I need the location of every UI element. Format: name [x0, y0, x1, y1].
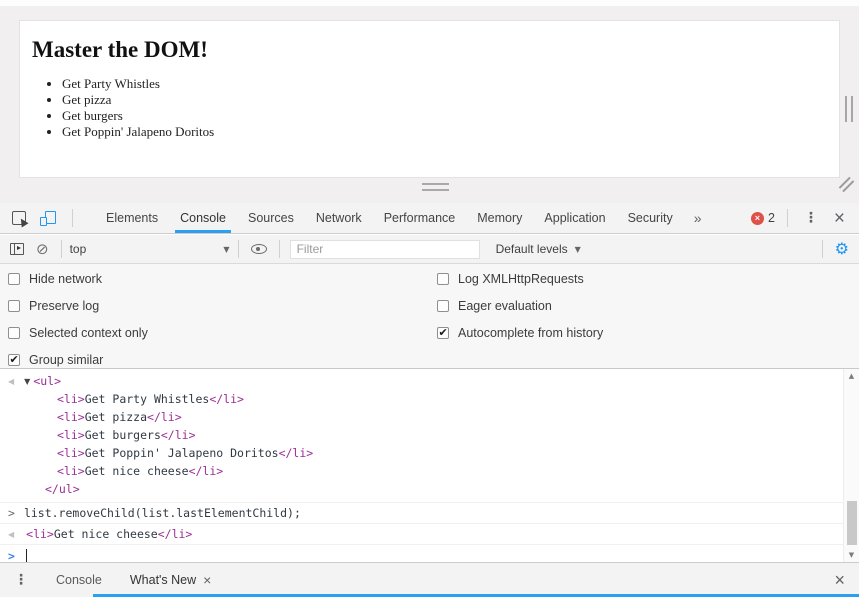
device-toolbar-icon[interactable] — [40, 210, 56, 226]
shopping-list: Get Party Whistles Get pizza Get burgers… — [20, 76, 839, 140]
console-sidebar-icon[interactable] — [10, 243, 24, 255]
text-cursor — [25, 549, 27, 562]
setting-eager-evaluation[interactable]: Eager evaluation — [437, 299, 552, 313]
li-line[interactable]: <li>Get burgers</li> — [0, 426, 859, 444]
console-entry-result[interactable]: ◀ <li>Get nice cheese</li> — [0, 524, 859, 545]
checkbox[interactable] — [437, 326, 449, 339]
page-title: Master the DOM! — [32, 37, 208, 62]
error-icon: × — [750, 211, 764, 225]
divider — [786, 209, 788, 227]
tab-elements[interactable]: Elements — [95, 203, 169, 233]
setting-group-similar[interactable]: Group similar — [8, 353, 103, 367]
tab-security[interactable]: Security — [617, 203, 684, 233]
drawer-tab-whats-new[interactable]: What's New × — [116, 563, 225, 597]
ul-close-line[interactable]: </ul> — [0, 480, 859, 498]
console-entry-command[interactable]: > list.removeChild(list.lastElementChild… — [0, 503, 859, 524]
tab-console[interactable]: Console — [169, 203, 237, 233]
filter-input[interactable] — [289, 239, 480, 259]
ul-open-line[interactable]: ◀ ▼ <ul> — [0, 372, 859, 390]
preview-top-strip — [0, 0, 859, 6]
console-scrollbar[interactable]: ▲ ▼ — [843, 369, 859, 562]
divider — [72, 209, 73, 227]
result-text: Get nice cheese — [53, 527, 158, 541]
error-count: 2 — [767, 211, 775, 225]
divider — [278, 240, 280, 258]
setting-log-xmlhttprequests[interactable]: Log XMLHttpRequests — [437, 272, 584, 286]
clear-console-icon[interactable]: ⊘ — [36, 241, 49, 257]
log-levels-dropdown[interactable]: Default levels ▼ — [496, 242, 581, 256]
devtools-drawer: ⋮ Console What's New × × — [0, 562, 859, 597]
checkbox[interactable] — [437, 300, 449, 312]
setting-hide-network[interactable]: Hide network — [8, 272, 102, 286]
vertical-resize-handle[interactable] — [845, 96, 853, 122]
drawer-tab-console[interactable]: Console — [42, 563, 116, 597]
scroll-down-icon[interactable]: ▼ — [844, 551, 859, 559]
tab-sources[interactable]: Sources — [237, 203, 305, 233]
return-value-icon: ◀ — [8, 529, 15, 539]
checkbox[interactable] — [8, 327, 20, 339]
context-selector[interactable]: top ▼ — [70, 242, 230, 256]
li-line[interactable]: <li>Get Party Whistles</li> — [0, 390, 859, 408]
page-preview-area: Master the DOM! Get Party Whistles Get p… — [0, 0, 859, 203]
console-settings-gear-icon[interactable]: ⚙ — [835, 241, 849, 257]
divider — [821, 240, 823, 258]
tab-performance[interactable]: Performance — [373, 203, 467, 233]
li-line[interactable]: <li>Get Poppin' Jalapeno Doritos</li> — [0, 444, 859, 462]
error-badge[interactable]: × 2 — [750, 211, 775, 225]
tab-memory[interactable]: Memory — [466, 203, 533, 233]
command-echo-icon: > — [8, 506, 15, 520]
devtools-menu-icon[interactable]: ⋮ — [800, 210, 822, 226]
panel-tabs: Elements Console Sources Network Perform… — [95, 203, 712, 233]
corner-resize-handle[interactable] — [838, 176, 855, 193]
list-item: Get burgers — [62, 108, 839, 124]
context-selector-value: top — [69, 242, 87, 256]
tab-application[interactable]: Application — [533, 203, 616, 233]
drawer-close-icon[interactable]: × — [834, 571, 859, 589]
scroll-up-icon[interactable]: ▲ — [844, 372, 859, 380]
divider — [60, 240, 62, 258]
chevron-down-icon: ▼ — [574, 244, 581, 254]
chevron-down-icon: ▼ — [223, 244, 230, 254]
console-output: ◀ ▼ <ul> <li>Get Party Whistles</li> <li>G… — [0, 369, 859, 563]
list-item: Get Party Whistles — [62, 76, 839, 92]
setting-selected-context-only[interactable]: Selected context only — [8, 326, 148, 340]
scrollbar-thumb[interactable] — [847, 501, 857, 545]
return-value-icon: ◀ — [8, 377, 15, 386]
expand-twisty-icon[interactable]: ▼ — [24, 377, 30, 386]
divider — [237, 240, 239, 258]
prompt-chevron-icon: > — [8, 548, 15, 563]
list-item: Get Poppin' Jalapeno Doritos — [62, 124, 839, 140]
checkbox[interactable] — [437, 273, 449, 285]
li-line[interactable]: <li>Get nice cheese</li> — [0, 462, 859, 480]
log-levels-label: Default levels — [495, 242, 568, 256]
list-item: Get pizza — [62, 92, 839, 108]
command-text: list.removeChild(list.lastElementChild); — [23, 506, 301, 520]
tab-network[interactable]: Network — [305, 203, 373, 233]
inspect-element-icon[interactable] — [12, 211, 26, 225]
drawer-menu-icon[interactable]: ⋮ — [0, 572, 42, 588]
devtools-close-icon[interactable]: × — [832, 209, 847, 228]
tab-close-icon[interactable]: × — [203, 573, 211, 587]
live-expression-icon[interactable] — [250, 244, 267, 254]
checkbox[interactable] — [8, 300, 20, 312]
more-tabs-icon[interactable]: » — [684, 210, 712, 226]
console-settings-panel: Hide network Preserve log Selected conte… — [0, 264, 859, 369]
horizontal-resize-handle[interactable] — [422, 183, 449, 191]
console-toolbar: ⊘ top ▼ Default levels ▼ ⚙ — [0, 235, 859, 264]
rendered-page: Master the DOM! Get Party Whistles Get p… — [19, 20, 840, 178]
checkbox[interactable] — [8, 353, 20, 366]
setting-autocomplete-history[interactable]: Autocomplete from history — [437, 326, 603, 340]
console-entry-dom-tree[interactable]: ◀ ▼ <ul> <li>Get Party Whistles</li> <li>G… — [0, 369, 859, 503]
checkbox[interactable] — [8, 273, 20, 285]
setting-preserve-log[interactable]: Preserve log — [8, 299, 99, 313]
devtools-tabbar: Elements Console Sources Network Perform… — [0, 203, 859, 234]
li-line[interactable]: <li>Get pizza</li> — [0, 408, 859, 426]
